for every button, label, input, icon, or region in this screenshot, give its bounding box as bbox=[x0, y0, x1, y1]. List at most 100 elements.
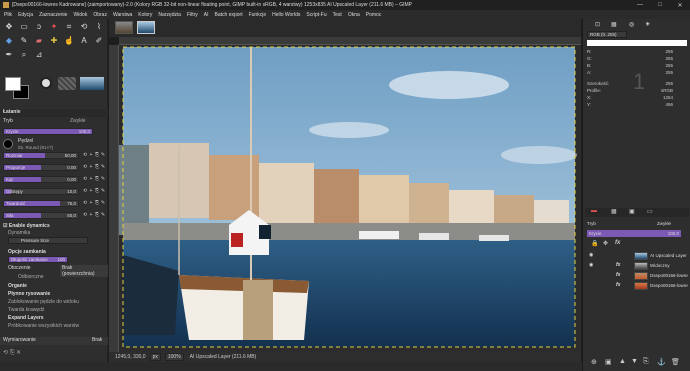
raise-layer-icon[interactable]: ▲ bbox=[619, 358, 626, 365]
option-slider-siła[interactable]: Siła 50,0 bbox=[3, 212, 79, 219]
heal-tool-icon[interactable]: ✚ bbox=[49, 36, 59, 46]
pattern-preview[interactable] bbox=[58, 77, 76, 90]
image-tab-2[interactable] bbox=[137, 21, 155, 34]
edit-icon[interactable]: ✎ bbox=[100, 200, 106, 206]
image-tab-1[interactable] bbox=[115, 21, 133, 34]
option-lock-brush[interactable]: Zablokowanie pędzle do widoku bbox=[0, 299, 108, 306]
menu-item[interactable]: Pomoc bbox=[366, 12, 382, 18]
crop-tool-icon[interactable]: ⌗ bbox=[64, 22, 74, 32]
patterns-tab-icon[interactable]: ▦ bbox=[611, 208, 617, 215]
fonts-tab-icon[interactable]: ▣ bbox=[629, 208, 635, 215]
fx-icon[interactable]: fx bbox=[616, 272, 620, 278]
edit-icon[interactable]: ✎ bbox=[100, 188, 106, 194]
layer-mode-select[interactable]: Zwykłe bbox=[657, 221, 671, 226]
close-button[interactable]: ✕ bbox=[670, 2, 690, 9]
zoom-tool-icon[interactable]: ⌕ bbox=[19, 50, 29, 60]
minimize-button[interactable]: — bbox=[630, 2, 650, 8]
menu-item[interactable]: Test bbox=[333, 12, 342, 18]
lasso-tool-icon[interactable]: ↄ bbox=[34, 22, 44, 32]
layer-opacity-slider[interactable]: Krycie 100,0 bbox=[587, 230, 681, 237]
dynamics-select[interactable]: Pressure Size bbox=[8, 237, 88, 244]
delete-layer-icon[interactable]: 🗑 bbox=[671, 358, 680, 366]
option-smooth[interactable]: Płynne rysowanie bbox=[0, 291, 108, 298]
layer-row[interactable]: ◉ fx Widoczny bbox=[584, 261, 688, 271]
navigation-tab-icon[interactable]: ☀ bbox=[645, 21, 650, 28]
warp-tool-icon[interactable]: ⌇ bbox=[94, 22, 104, 32]
lower-layer-icon[interactable]: ▼ bbox=[631, 358, 638, 365]
new-layer-icon[interactable]: ⊕ bbox=[591, 358, 597, 366]
sample-length-slider[interactable]: Długość zamkanie 100 bbox=[8, 256, 68, 263]
menu-item[interactable]: Okna bbox=[348, 12, 360, 18]
pencil-tool-icon[interactable]: ✎ bbox=[19, 36, 29, 46]
paint-bucket-icon[interactable]: ◆ bbox=[4, 36, 14, 46]
menu-item[interactable]: Batch export bbox=[215, 12, 243, 18]
opacity-slider[interactable]: Krycie 100,0 bbox=[3, 128, 93, 135]
option-organic[interactable]: Organie bbox=[0, 283, 108, 290]
new-group-icon[interactable]: ▣ bbox=[605, 358, 612, 366]
pointer-mode-select[interactable]: RGB (0..255) bbox=[587, 31, 627, 38]
sample-points-tab-icon[interactable]: ▦ bbox=[611, 21, 617, 28]
menu-item[interactable]: Funkcje bbox=[249, 12, 267, 18]
text-tool-icon[interactable]: A bbox=[79, 36, 89, 46]
option-sample-merged[interactable]: Próbkowanie wszystkich warstw bbox=[0, 323, 108, 330]
edit-icon[interactable]: ✎ bbox=[100, 212, 106, 218]
maximize-button[interactable]: □ bbox=[650, 2, 670, 8]
option-slider-odstępy[interactable]: Odstępy 10,0 bbox=[3, 188, 79, 195]
layer-row[interactable]: fx Dsepo00166-lowres K... bbox=[584, 281, 688, 291]
menu-item[interactable]: Warstwa bbox=[113, 12, 132, 18]
layer-row[interactable]: ◉ AI Upscaled Layer bbox=[584, 251, 688, 261]
zoom-select[interactable]: 100% bbox=[164, 353, 184, 361]
image-preview-thumbnail[interactable] bbox=[80, 77, 104, 90]
option-slider-kąt[interactable]: Kąt 0,00 bbox=[3, 176, 79, 183]
unified-transform-icon[interactable]: ⟲ bbox=[79, 22, 89, 32]
bottom-option-value[interactable]: Brak bbox=[92, 337, 102, 343]
mode-select[interactable]: Zwykłe bbox=[70, 118, 86, 124]
edit-icon[interactable]: ✎ bbox=[100, 164, 106, 170]
menu-item[interactable]: Hello Worlds bbox=[272, 12, 300, 18]
lock-position-icon[interactable]: ✥ bbox=[603, 240, 608, 247]
option-slider-rozmiar[interactable]: Rozmiar 50,00 bbox=[3, 152, 79, 159]
fuzzy-select-tool-icon[interactable]: ✦ bbox=[49, 22, 59, 32]
menu-item[interactable]: Zaznaczenie bbox=[39, 12, 67, 18]
measure-tool-icon[interactable]: ⊿ bbox=[34, 50, 44, 60]
brush-preview-icon[interactable] bbox=[40, 77, 52, 89]
duplicate-layer-icon[interactable]: ⎘ bbox=[643, 358, 649, 366]
menu-item[interactable]: Script-Fu bbox=[306, 12, 326, 18]
brushes-tab-icon[interactable]: ▬ bbox=[591, 208, 597, 214]
option-expand-layers[interactable]: Expand Layers bbox=[0, 315, 108, 322]
lock-icon[interactable]: 🔒 bbox=[591, 240, 598, 247]
anchor-layer-icon[interactable]: ⚓ bbox=[657, 358, 666, 366]
histogram-tab-icon[interactable]: ◎ bbox=[629, 21, 634, 28]
fx-icon[interactable]: fx bbox=[615, 240, 620, 246]
edit-icon[interactable]: ✎ bbox=[100, 152, 106, 158]
unit-select[interactable]: px bbox=[149, 353, 161, 361]
move-tool-icon[interactable]: ✥ bbox=[4, 22, 14, 32]
menu-item[interactable]: Edycja bbox=[18, 12, 33, 18]
align-option[interactable]: Odbiorczne bbox=[0, 274, 108, 281]
fx-icon[interactable]: fx bbox=[616, 282, 620, 288]
smudge-tool-icon[interactable]: ☝ bbox=[64, 36, 74, 46]
option-slider-twardość[interactable]: Twardość 75,0 bbox=[3, 200, 79, 207]
menu-item[interactable]: Kolory bbox=[138, 12, 152, 18]
eraser-tool-icon[interactable]: ▰ bbox=[34, 36, 44, 46]
paths-tool-icon[interactable]: ✒ bbox=[4, 50, 14, 60]
pointer-tab-icon[interactable]: ⊡ bbox=[595, 21, 600, 28]
eye-icon[interactable]: ◉ bbox=[589, 252, 593, 258]
rect-select-tool-icon[interactable]: ▭ bbox=[19, 22, 29, 32]
layer-row[interactable]: fx Dsepo00166-lowres K... bbox=[584, 271, 688, 281]
option-hard-edge[interactable]: Twarda krawędź bbox=[0, 307, 108, 314]
foreground-color-swatch-top[interactable] bbox=[5, 77, 21, 91]
menu-item[interactable]: Obraz bbox=[93, 12, 107, 18]
canvas-area[interactable] bbox=[119, 45, 581, 352]
harbor-photo[interactable] bbox=[119, 45, 581, 352]
menu-item[interactable]: Plik bbox=[4, 12, 12, 18]
menu-item[interactable]: Narzędzia bbox=[158, 12, 181, 18]
reset-options-icon[interactable]: ⟲ ⎘ ✕ bbox=[3, 349, 21, 357]
option-slider-proporcje[interactable]: Proporcje 0,00 bbox=[3, 164, 79, 171]
document-tab-icon[interactable]: ▭ bbox=[647, 208, 653, 215]
fx-icon[interactable]: fx bbox=[616, 262, 620, 268]
edit-icon[interactable]: ✎ bbox=[100, 176, 106, 182]
eye-icon[interactable]: ◉ bbox=[589, 262, 593, 268]
menu-item[interactable]: AI bbox=[204, 12, 209, 18]
menu-item[interactable]: Widok bbox=[73, 12, 87, 18]
